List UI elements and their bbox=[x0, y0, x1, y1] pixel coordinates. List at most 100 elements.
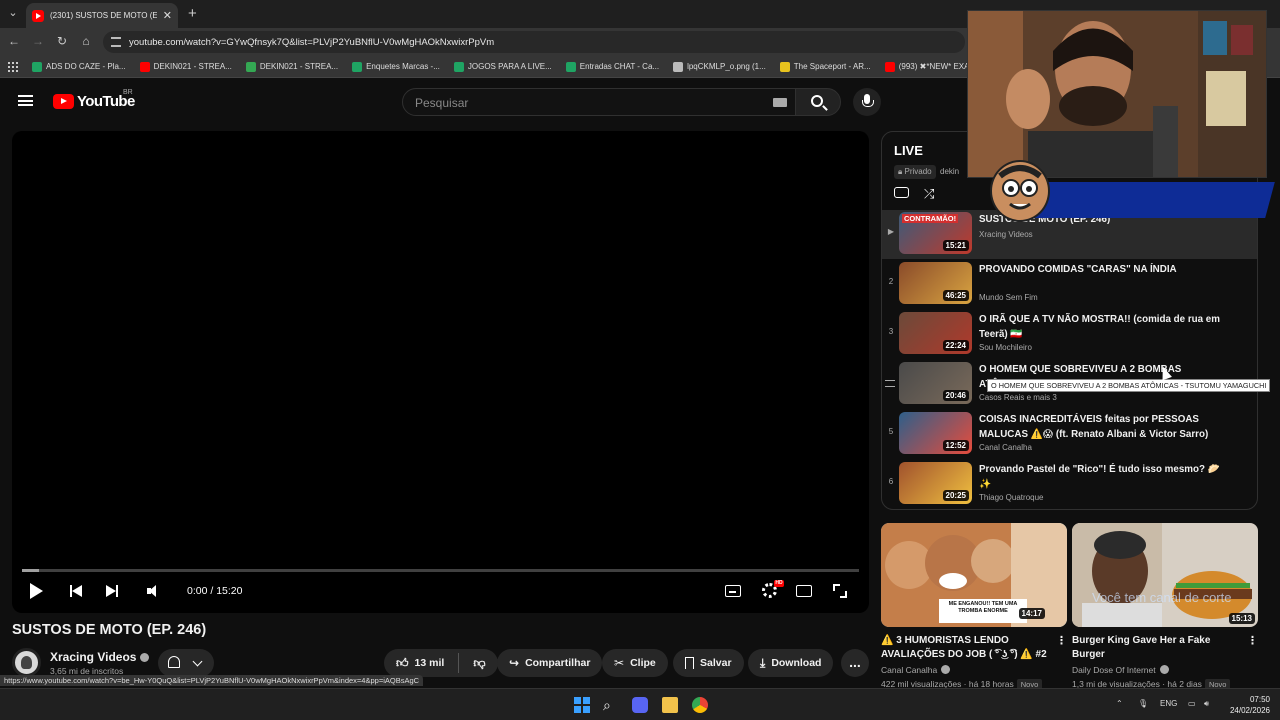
channel-avatar[interactable] bbox=[12, 648, 41, 677]
playlist-item[interactable]: 2 46:25 PROVANDO COMIDAS "CARAS" NA ÍNDIA M… bbox=[882, 260, 1257, 309]
playlist-thumbnail[interactable]: 20:25 bbox=[899, 462, 972, 504]
rec-channel[interactable]: Canal Canalha bbox=[881, 665, 951, 675]
new-tab-icon[interactable]: + bbox=[188, 5, 197, 22]
bookmark-item[interactable]: Entradas CHAT - Ca... bbox=[565, 61, 659, 72]
share-button[interactable]: ↪ Compartilhar bbox=[497, 649, 603, 677]
playlist-title[interactable]: LIVE bbox=[894, 143, 923, 158]
bookmark-item[interactable]: JOGOS PARA A LIVE... bbox=[453, 61, 552, 72]
browser-tab-active[interactable]: (2301) SUSTOS DE MOTO (EP. 2 ✕ bbox=[26, 3, 178, 28]
bookmark-item[interactable]: Enquetes Marcas -... bbox=[352, 61, 440, 72]
clip-button[interactable]: ✂ Clipe bbox=[602, 649, 668, 677]
playlist-thumbnail[interactable]: 22:24 bbox=[899, 312, 972, 354]
playlist-thumbnail[interactable]: CONTRAMÃO! 15:21 bbox=[899, 212, 972, 254]
subscribed-bell-button[interactable] bbox=[158, 649, 214, 677]
bookmark-item[interactable]: ADS DO CAZE - Pla... bbox=[32, 61, 126, 72]
playlist-owner[interactable]: dekin bbox=[940, 167, 959, 176]
tab-search-chevron-icon[interactable]: ⌄ bbox=[4, 4, 22, 22]
next-icon[interactable] bbox=[106, 585, 118, 597]
url-text[interactable]: youtube.com/watch?v=GYwQfnsyk7Q&list=PLV… bbox=[129, 37, 494, 48]
playlist-video-channel: Thiago Quatroque bbox=[979, 493, 1044, 502]
rec-thumbnail[interactable]: 14:17 ME ENGANOU!! TEM UMA TROMBA ENORME bbox=[881, 523, 1067, 627]
channel-name-text[interactable]: Xracing Videos bbox=[50, 650, 136, 664]
rec-thumbnail[interactable]: 15:13 bbox=[1072, 523, 1258, 627]
playlist-item[interactable]: 3 22:24 O IRÃ QUE A TV NÃO MOSTRA!! (comid… bbox=[882, 310, 1257, 359]
video-duration: 12:52 bbox=[942, 440, 969, 451]
apps-grid-icon[interactable] bbox=[8, 61, 18, 72]
forward-icon[interactable]: → bbox=[30, 34, 46, 48]
tab-close-icon[interactable]: ✕ bbox=[163, 9, 172, 22]
file-explorer-icon[interactable] bbox=[662, 697, 678, 713]
verified-check-icon bbox=[1159, 665, 1169, 674]
speaker-icon[interactable]: 🔊︎ bbox=[1204, 699, 1209, 709]
fullscreen-icon[interactable] bbox=[833, 584, 847, 598]
menu-hamburger-icon[interactable] bbox=[18, 95, 33, 106]
like-button[interactable]: 👍︎ 13 mil bbox=[396, 656, 444, 671]
windows-start-icon[interactable] bbox=[574, 697, 590, 713]
previous-icon[interactable] bbox=[70, 585, 82, 597]
home-icon[interactable]: ⌂ bbox=[78, 34, 94, 48]
bookmark-item[interactable]: DEKIN021 - STREA... bbox=[245, 61, 338, 72]
theater-mode-icon[interactable] bbox=[796, 585, 812, 597]
bookmark-label: ADS DO CAZE - Pla... bbox=[46, 62, 126, 71]
bookmark-item[interactable]: DEKIN021 - STREA... bbox=[139, 61, 232, 72]
download-button[interactable]: ⤓ Download bbox=[748, 649, 834, 677]
recommended-video-2[interactable]: 15:13 Burger King Gave Her a Fake Burger… bbox=[1072, 523, 1258, 690]
more-actions-button[interactable]: ... bbox=[841, 649, 869, 677]
drag-handle-icon[interactable] bbox=[885, 380, 895, 387]
rec-more-icon[interactable]: ⋮ bbox=[1056, 634, 1067, 647]
save-button[interactable]: Salvar bbox=[673, 649, 744, 677]
search-icon[interactable]: ⌕ bbox=[603, 697, 619, 713]
playlist-thumbnail[interactable]: 20:46 bbox=[899, 362, 972, 404]
youtube-favicon-icon bbox=[32, 9, 44, 22]
recommended-video-1[interactable]: 14:17 ME ENGANOU!! TEM UMA TROMBA ENORME… bbox=[881, 523, 1067, 690]
bookmark-item[interactable]: (993) ✖*NEW* EXA... bbox=[884, 61, 976, 72]
playlist-item[interactable]: 6 20:25 Provando Pastel de "Rico"! É tudo … bbox=[882, 460, 1257, 509]
webcam-overlay bbox=[967, 10, 1267, 178]
rec-channel[interactable]: Daily Dose Of Internet bbox=[1072, 665, 1169, 675]
playlist-video-title[interactable]: COISAS INACREDITÁVEIS feitas por PESSOAS… bbox=[979, 412, 1224, 442]
playlist-thumbnail[interactable]: 12:52 bbox=[899, 412, 972, 454]
subtitles-icon[interactable] bbox=[725, 585, 741, 597]
shuffle-icon[interactable]: ⤮ bbox=[924, 186, 934, 202]
tray-chevron-icon[interactable]: ⌃ bbox=[1116, 699, 1123, 708]
discord-icon[interactable] bbox=[632, 697, 648, 713]
url-bar[interactable]: youtube.com/watch?v=GYwQfnsyk7Q&list=PLV… bbox=[103, 31, 965, 53]
progress-bar[interactable] bbox=[22, 569, 859, 572]
rec-title[interactable]: ⚠️ 3 HUMORISTAS LENDO AVALIAÇÕES DO JOB … bbox=[881, 634, 1051, 662]
playlist-index: 5 bbox=[888, 427, 894, 436]
keyboard-icon[interactable] bbox=[773, 98, 787, 107]
search-input[interactable]: Pesquisar bbox=[402, 88, 796, 116]
playlist-video-title[interactable]: PROVANDO COMIDAS "CARAS" NA ÍNDIA bbox=[979, 262, 1224, 277]
site-info-icon[interactable] bbox=[111, 37, 121, 47]
rec-more-icon[interactable]: ⋮ bbox=[1247, 634, 1258, 647]
bookmark-item[interactable]: lpqCKMLP_o.png (1... bbox=[673, 61, 766, 72]
back-icon[interactable]: ← bbox=[6, 34, 22, 48]
cartoon-face-icon bbox=[998, 165, 1042, 216]
language-indicator[interactable]: ENG bbox=[1160, 699, 1177, 708]
search-button[interactable] bbox=[795, 88, 841, 116]
network-icon[interactable]: ▭ bbox=[1188, 699, 1196, 708]
volume-icon[interactable] bbox=[147, 585, 161, 597]
video-player[interactable]: 0:00 / 15:20 HD bbox=[12, 131, 869, 613]
progress-loaded bbox=[22, 569, 39, 572]
playlist-video-title[interactable]: Provando Pastel de "Rico"! É tudo isso m… bbox=[979, 462, 1224, 492]
search-placeholder: Pesquisar bbox=[415, 96, 469, 110]
rec-title[interactable]: Burger King Gave Her a Fake Burger bbox=[1072, 634, 1242, 662]
chrome-icon[interactable] bbox=[692, 697, 708, 713]
playlist-item[interactable]: 5 12:52 COISAS INACREDITÁVEIS feitas por P… bbox=[882, 410, 1257, 459]
clock-date: 24/02/2026 bbox=[1229, 706, 1270, 715]
loop-icon[interactable] bbox=[894, 187, 909, 198]
channel-name[interactable]: Xracing Videos bbox=[50, 650, 150, 664]
microphone-tray-icon[interactable]: 🎙︎ bbox=[1138, 699, 1148, 708]
playlist-video-title[interactable]: O IRÃ QUE A TV NÃO MOSTRA!! (comida de r… bbox=[979, 312, 1224, 342]
rec-channel-name[interactable]: Daily Dose Of Internet bbox=[1072, 665, 1156, 675]
system-clock[interactable]: 07:50 24/02/2026 bbox=[1230, 694, 1270, 716]
reload-icon[interactable]: ↻ bbox=[54, 34, 70, 48]
rec-channel-name[interactable]: Canal Canalha bbox=[881, 665, 937, 675]
bookmark-item[interactable]: The Spaceport - AR... bbox=[779, 61, 871, 72]
dislike-button[interactable]: 👎︎ bbox=[473, 656, 485, 671]
play-icon[interactable] bbox=[30, 583, 44, 599]
bookmark-label: DEKIN021 - STREA... bbox=[153, 62, 232, 71]
voice-search-mic-icon[interactable] bbox=[853, 88, 881, 116]
playlist-thumbnail[interactable]: 46:25 bbox=[899, 262, 972, 304]
